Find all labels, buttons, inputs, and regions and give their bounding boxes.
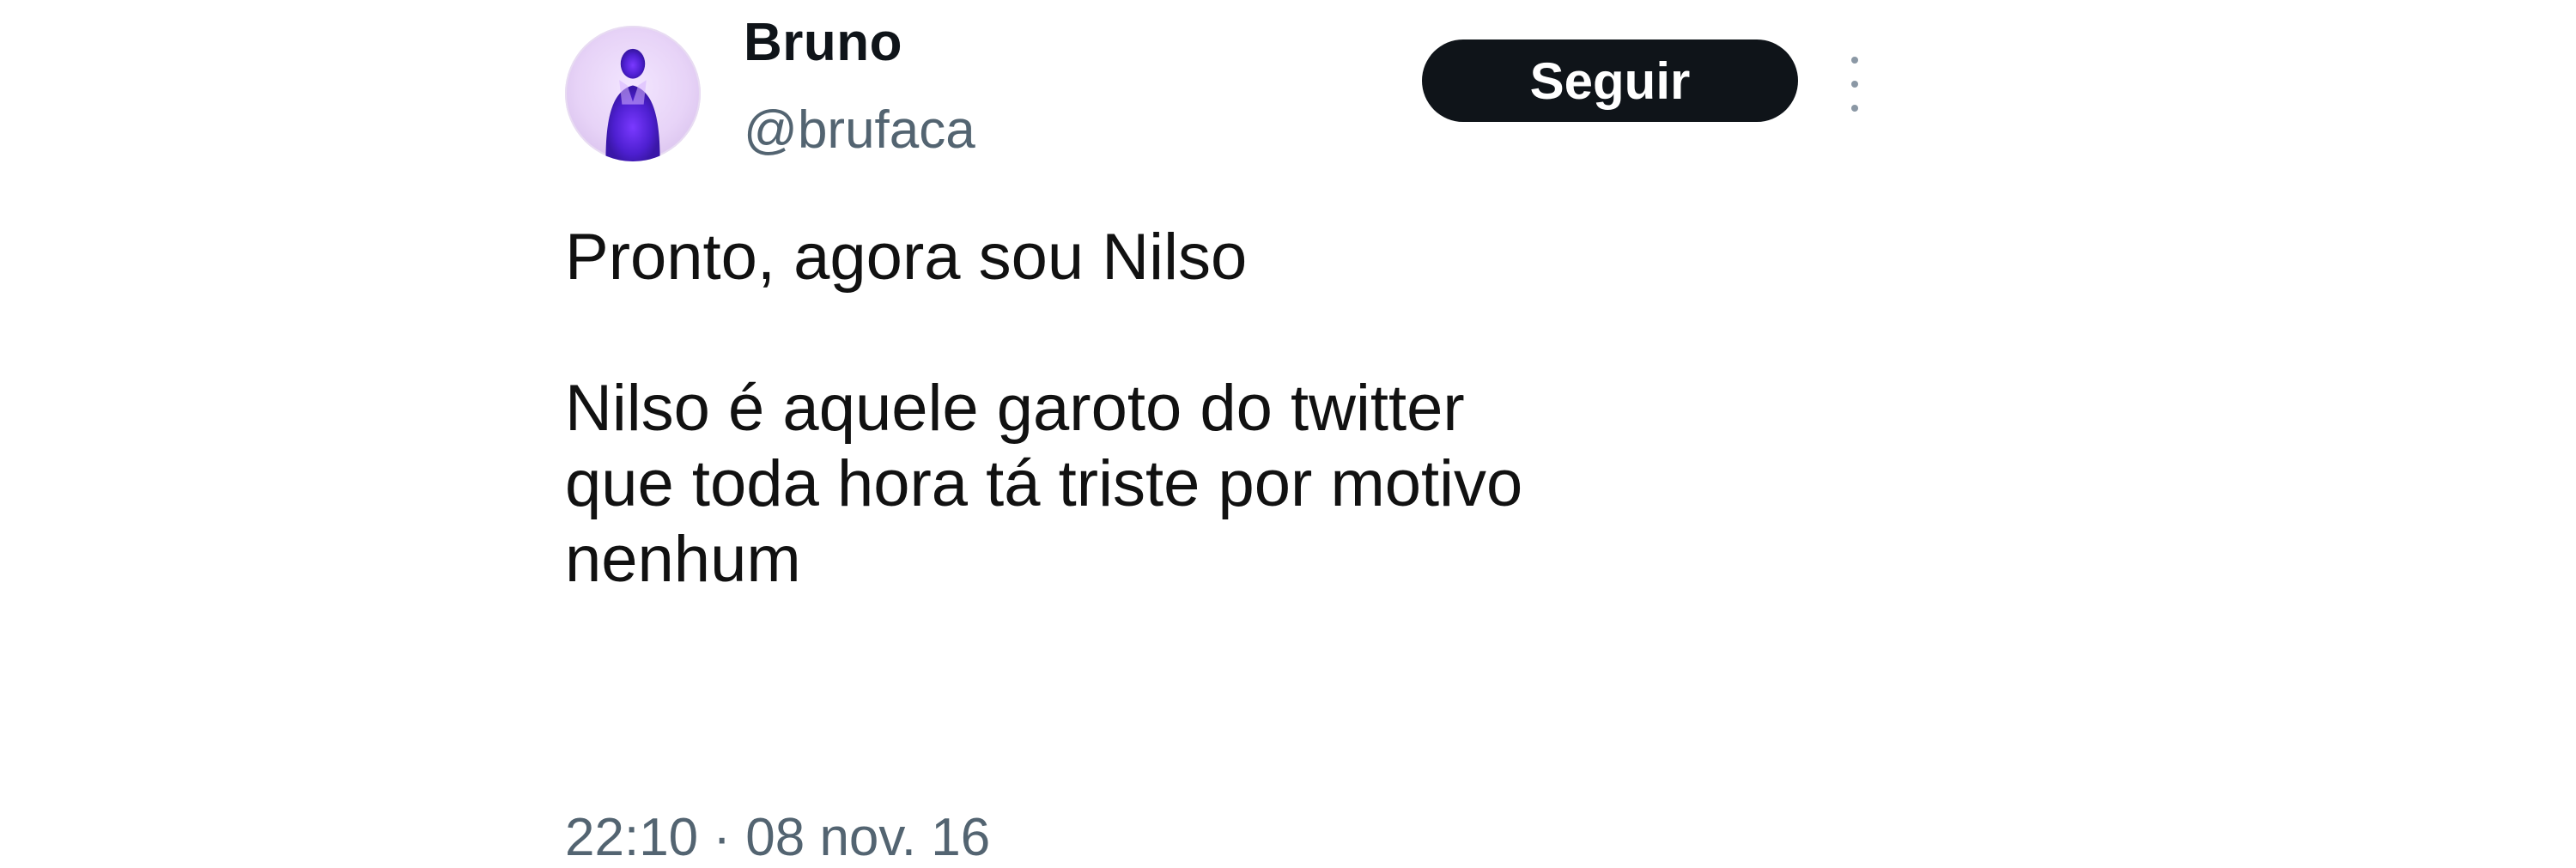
more-vertical-icon[interactable] [1846,57,1863,112]
user-handle[interactable]: @brufaca [744,100,975,161]
more-dot-middle [1851,81,1858,88]
avatar-person-icon [605,48,660,161]
tweet-text-line: Nilso é aquele garoto do twitter [565,372,1465,445]
tweet-text-line: nenhum [565,523,801,596]
more-dot-bottom [1851,105,1858,112]
tweet-card: Bruno @brufaca Seguir Pronto, agora sou … [0,0,2576,867]
tweet-timestamp[interactable]: 22:10 · 08 nov. 16 [565,807,990,868]
tweet-text: Pronto, agora sou Nilso Nilso é aquele g… [565,220,2025,598]
avatar[interactable] [565,26,701,161]
more-dot-top [1851,57,1858,64]
tweet-text-line: Pronto, agora sou Nilso [565,221,1248,294]
follow-button[interactable]: Seguir [1422,39,1798,122]
display-name[interactable]: Bruno [744,12,902,73]
tweet-text-line: que toda hora tá triste por motivo [565,447,1523,520]
